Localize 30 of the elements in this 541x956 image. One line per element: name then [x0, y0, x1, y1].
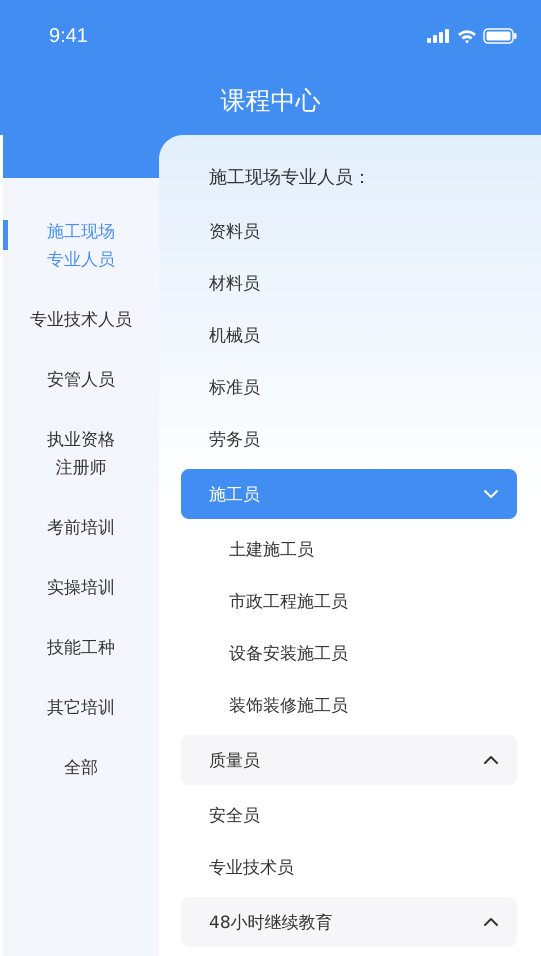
category-item[interactable]: 资料员 [181, 205, 517, 257]
chevron-up-icon [483, 755, 499, 765]
category-item[interactable]: 劳务员 [181, 413, 517, 465]
category-item[interactable]: 标准员 [181, 361, 517, 413]
section-title: 施工现场专业人员： [208, 166, 372, 190]
chevron-up-icon [483, 917, 499, 927]
sidebar-item[interactable]: 全部 [3, 746, 159, 806]
wifi-icon [457, 28, 477, 44]
sidebar-item[interactable]: 实操培训 [3, 566, 159, 626]
status-time: 9:41 [49, 24, 88, 48]
category-group[interactable]: 质量员 [181, 735, 517, 785]
sidebar-item[interactable]: 执业资格 注册师 [3, 418, 159, 506]
page-title: 课程中心 [220, 85, 322, 117]
sidebar-item[interactable]: 专业技术人员 [3, 298, 159, 358]
sidebar-item[interactable]: 技能工种 [3, 626, 159, 686]
subcategory-item[interactable]: 设备安装施工员 [181, 627, 517, 679]
subcategory-item[interactable]: 市政工程施工员 [181, 575, 517, 627]
sidebar-item[interactable]: 考前培训 [3, 506, 159, 566]
subcategory-item[interactable]: 土建施工员 [181, 523, 517, 575]
subcategory-item[interactable]: 装饰装修施工员 [181, 679, 517, 731]
category-item[interactable]: 材料员 [181, 257, 517, 309]
signal-icon [427, 29, 451, 43]
category-item[interactable]: 专业技术员 [181, 841, 517, 893]
sidebar-item[interactable]: 其它培训 [3, 686, 159, 746]
category-group[interactable]: 48小时继续教育 [181, 897, 517, 947]
battery-icon [483, 28, 517, 44]
chevron-down-icon [483, 489, 499, 499]
category-item[interactable]: 机械员 [181, 309, 517, 361]
category-item[interactable]: 安全员 [181, 789, 517, 841]
sidebar-item[interactable]: 安管人员 [3, 358, 159, 418]
